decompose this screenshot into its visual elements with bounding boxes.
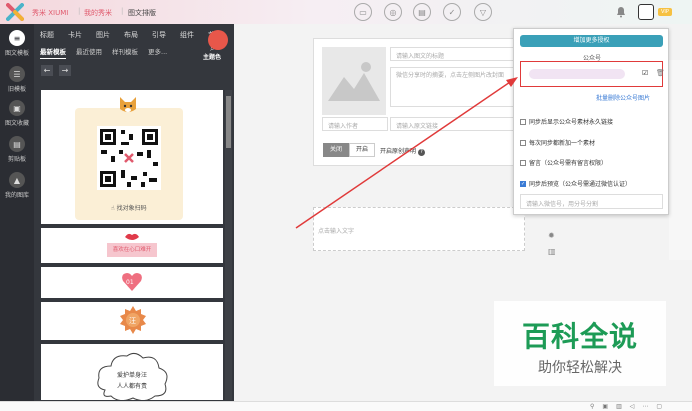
watermark: 百科全说 助你轻松解决 [494,301,666,386]
pin-icon[interactable]: ⚲ [590,403,594,410]
dots-icon[interactable]: ⋯ [642,403,648,410]
gift-icon[interactable]: ▣ [602,403,608,410]
sound-icon[interactable]: ◁ [630,403,635,410]
trash-icon[interactable]: ▥ [616,403,622,410]
watermark-subtitle: 助你轻松解决 [538,360,622,376]
watermark-title: 百科全说 [521,320,638,353]
expand-icon[interactable]: ▢ [656,403,662,410]
bottom-icons: ⚲ ▣ ▥ ◁ ⋯ ▢ [590,403,662,410]
bottom-bar: ⚲ ▣ ▥ ◁ ⋯ ▢ [0,401,692,411]
